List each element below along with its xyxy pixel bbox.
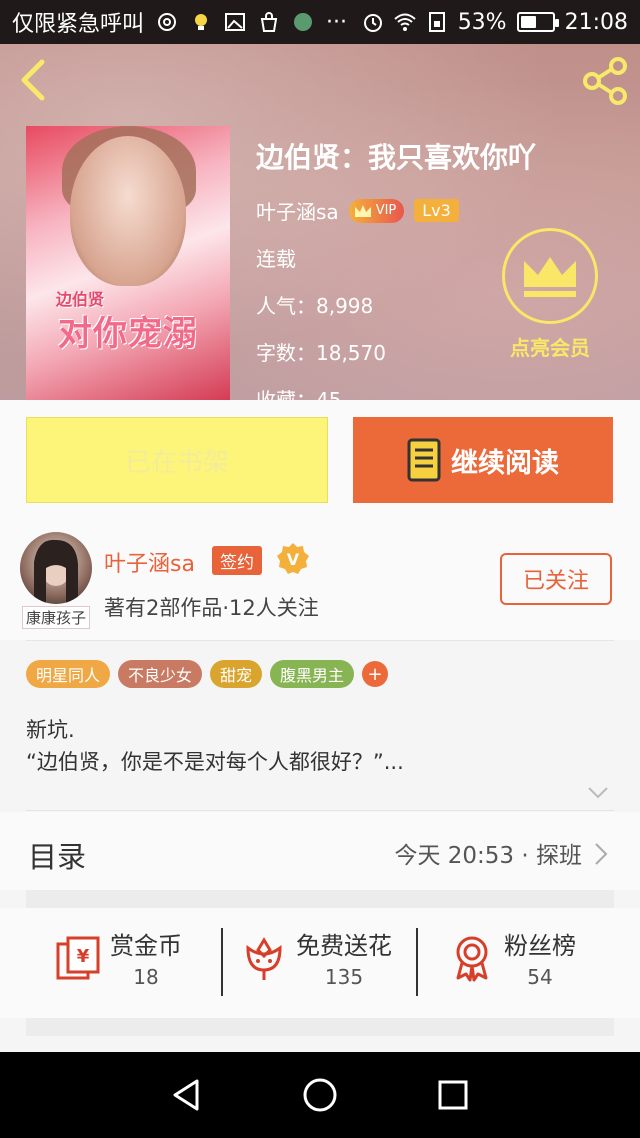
section-separator (26, 890, 614, 908)
bulb-icon (195, 14, 208, 30)
wifi-icon (394, 13, 416, 31)
carrier-text: 仅限紧急呼叫 (12, 12, 145, 37)
more-icon: ··· (326, 9, 347, 35)
reward-coin-icon: ¥ (56, 936, 100, 979)
chevron-right-icon (595, 843, 608, 865)
author-row: 叶子涵sa VIP Lv3 (256, 196, 576, 225)
member-label: 点亮会员 (510, 336, 590, 360)
app-icon (294, 13, 313, 31)
bag-icon (260, 12, 278, 32)
medal-icon (456, 936, 488, 981)
flower-icon (246, 936, 282, 980)
catalog-row[interactable]: 目录 今天 20:53 · 探班 (0, 812, 640, 890)
status-bar: 仅限紧急呼叫 ··· 53% 21:08 (0, 0, 640, 44)
avatar-caption: 康康孩子 (22, 606, 91, 629)
author-section: 康康孩子 叶子涵sa 签约 V 著有2部作品·12人关注 已关注 (0, 518, 640, 640)
book-cover[interactable]: 边伯贤 对你宠溺 (26, 126, 230, 400)
home-circle-icon[interactable] (300, 1075, 340, 1115)
description[interactable]: 新坑. “边伯贤，你是不是对每个人都很好？”... (26, 714, 404, 778)
svg-text:¥: ¥ (77, 946, 90, 967)
stat-label: 免费送花 (296, 932, 392, 960)
recents-square-icon[interactable] (433, 1075, 473, 1115)
stat-value: 54 (527, 965, 553, 989)
continue-reading-button[interactable]: 继续阅读 (353, 417, 613, 503)
author-name[interactable]: 叶子涵sa (104, 546, 195, 578)
hotspot-icon (158, 13, 177, 31)
flower-stat[interactable]: 免费送花 135 (240, 926, 392, 989)
book-title: 边伯贤：我只喜欢你吖 (256, 141, 537, 174)
sim-icon (428, 12, 445, 32)
tags-more-button[interactable]: + (362, 661, 389, 687)
tag-item[interactable]: 不良少女 (118, 660, 203, 688)
stats-bar: ¥ 赏金币 18 免费送花 135 粉丝榜 54 (0, 908, 640, 1018)
cover-figure-face (70, 136, 186, 286)
tag-item[interactable]: 明星同人 (26, 660, 111, 688)
crown-icon (524, 257, 576, 297)
cover-title: 对你宠溺 (58, 314, 198, 354)
svg-text:V: V (287, 550, 300, 569)
share-icon[interactable] (580, 56, 630, 106)
catalog-title: 目录 (28, 840, 87, 874)
tag-item[interactable]: 甜宠 (210, 660, 263, 688)
vip-badge: VIP (348, 198, 405, 223)
read-label: 继续阅读 (451, 447, 559, 479)
stat-label: 粉丝榜 (504, 932, 576, 960)
stat-value: 18 (133, 965, 159, 989)
chevron-left-icon[interactable] (14, 56, 54, 104)
book-icon (407, 438, 441, 482)
follow-label: 已关注 (522, 569, 589, 594)
follow-button[interactable]: 已关注 (500, 553, 612, 605)
favorites: 收藏：45 (256, 388, 342, 400)
stat-separator (416, 928, 418, 996)
shelf-label: 已在书架 (124, 447, 229, 478)
avatar-figure (34, 539, 78, 604)
system-nav-bar (0, 1052, 640, 1138)
fan-rank-stat[interactable]: 粉丝榜 54 (448, 926, 576, 989)
stat-separator (221, 928, 223, 996)
alarm-icon (363, 14, 382, 32)
section-separator (26, 1018, 614, 1036)
verified-v-icon: V (277, 543, 309, 574)
image-icon (225, 13, 246, 31)
shelf-button[interactable]: 已在书架 (26, 417, 328, 503)
reward-coin-stat[interactable]: ¥ 赏金币 18 (54, 926, 182, 989)
chevron-down-icon[interactable] (586, 784, 610, 802)
stat-label: 赏金币 (110, 932, 182, 960)
clock: 21:08 (564, 9, 628, 35)
book-author[interactable]: 叶子涵sa (256, 196, 339, 225)
battery-percent: 53% (457, 9, 507, 35)
member-circle (502, 228, 598, 324)
signed-badge: 签约 (212, 546, 262, 575)
book-header: 边伯贤 对你宠溺 边伯贤：我只喜欢你吖 叶子涵sa VIP Lv3 连载 人气：… (0, 44, 640, 400)
crown-icon (354, 204, 371, 217)
stat-value: 135 (324, 965, 364, 989)
tag-item[interactable]: 腹黑男主 (270, 660, 355, 688)
catalog-update: 今天 20:53 · 探班 (394, 843, 582, 869)
back-triangle-icon[interactable] (167, 1075, 207, 1115)
avatar[interactable] (20, 532, 92, 604)
divider (26, 640, 614, 641)
tag-list: 明星同人 不良少女 甜宠 腹黑男主 + (26, 660, 389, 688)
description-line: 新坑. (26, 718, 75, 742)
author-stats: 著有2部作品·12人关注 (104, 596, 319, 620)
battery-icon (516, 12, 559, 32)
level-badge: Lv3 (414, 199, 459, 222)
divider (26, 810, 614, 811)
member-button[interactable]: 点亮会员 (500, 228, 600, 361)
vip-label: VIP (375, 203, 397, 218)
description-line: “边伯贤，你是不是对每个人都很好？”... (26, 750, 404, 774)
action-bar: 已在书架 继续阅读 (0, 400, 640, 518)
